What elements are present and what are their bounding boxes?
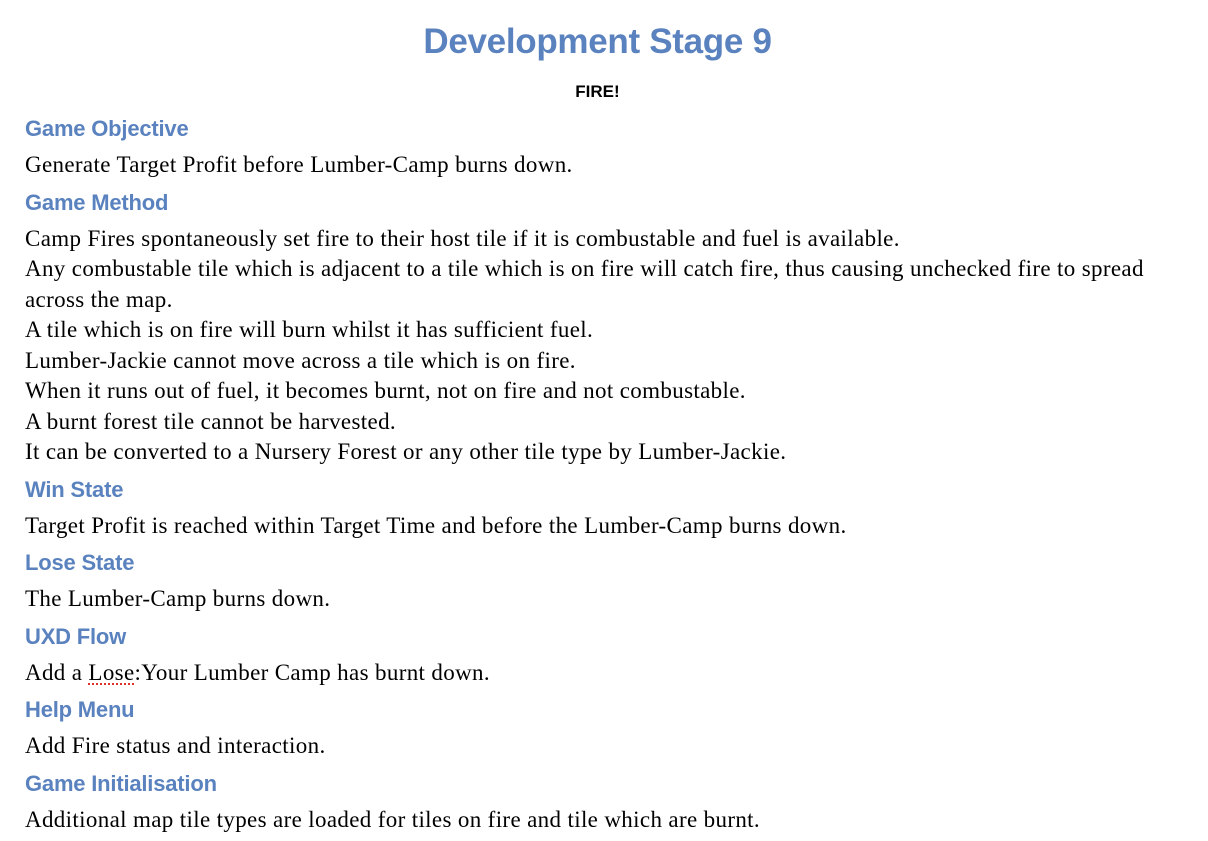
heading-win-state: Win State: [25, 474, 1175, 511]
text-line: Generate Target Profit before Lumber-Cam…: [25, 150, 1175, 181]
paragraph-uxd-flow: Add a Lose:Your Lumber Camp has burnt do…: [25, 658, 1175, 695]
heading-uxd-flow: UXD Flow: [25, 621, 1175, 658]
document-subtitle: FIRE!: [0, 82, 1195, 102]
heading-game-objective: Game Objective: [25, 113, 1175, 150]
text-line: Additional map tile types are loaded for…: [25, 805, 1175, 836]
text-line: When it runs out of fuel, it becomes bur…: [25, 376, 1175, 407]
heading-game-initialisation: Game Initialisation: [25, 768, 1175, 805]
text-line: Lumber-Jackie cannot move across a tile …: [25, 346, 1175, 377]
paragraph-game-initialisation: Additional map tile types are loaded for…: [25, 805, 1175, 841]
text-line: The Lumber-Camp burns down.: [25, 584, 1175, 615]
document-body: Game Objective Generate Target Profit be…: [25, 113, 1175, 841]
spellcheck-flagged-word[interactable]: Lose: [88, 660, 134, 685]
text-segment: :Your Lumber Camp has burnt down.: [135, 660, 490, 685]
heading-game-method: Game Method: [25, 187, 1175, 224]
text-line: Target Profit is reached within Target T…: [25, 511, 1175, 542]
paragraph-help-menu: Add Fire status and interaction.: [25, 731, 1175, 768]
document-title: Development Stage 9: [0, 22, 1195, 62]
heading-help-menu: Help Menu: [25, 694, 1175, 731]
paragraph-lose-state: The Lumber-Camp burns down.: [25, 584, 1175, 621]
paragraph-game-method: Camp Fires spontaneously set fire to the…: [25, 224, 1175, 474]
text-line: Camp Fires spontaneously set fire to the…: [25, 224, 1175, 255]
text-line: It can be converted to a Nursery Forest …: [25, 437, 1175, 468]
paragraph-win-state: Target Profit is reached within Target T…: [25, 511, 1175, 548]
text-line: Add Fire status and interaction.: [25, 731, 1175, 762]
paragraph-game-objective: Generate Target Profit before Lumber-Cam…: [25, 150, 1175, 187]
text-line: Any combustable tile which is adjacent t…: [25, 254, 1175, 315]
text-line: A tile which is on fire will burn whilst…: [25, 315, 1175, 346]
text-line: A burnt forest tile cannot be harvested.: [25, 407, 1175, 438]
heading-lose-state: Lose State: [25, 547, 1175, 584]
text-segment: Add a: [25, 660, 88, 685]
